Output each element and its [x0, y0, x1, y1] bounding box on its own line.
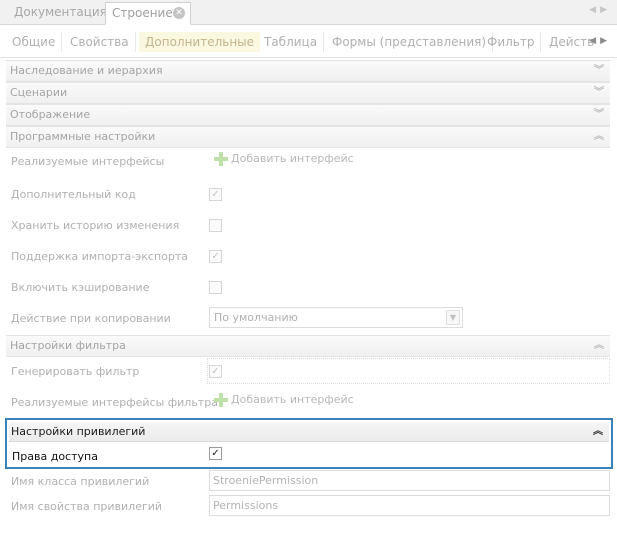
group-scenarios-title: Сценарии — [10, 86, 68, 99]
plus-icon — [214, 393, 228, 407]
property-name-input[interactable]: Permissions — [209, 495, 610, 516]
group-privileges-settings[interactable]: Настройки привилегий ︽ — [9, 422, 609, 442]
tab-forms[interactable]: Формы (представления) — [326, 32, 494, 52]
copy-action-label: Действие при копировании — [11, 312, 171, 325]
close-icon[interactable]: ✕ — [173, 7, 185, 19]
group-inheritance-title: Наследование и иерархия — [10, 64, 163, 77]
extra-code-label: Дополнительный код — [11, 188, 136, 201]
generate-filter-checkbox[interactable]: ✓ — [209, 365, 222, 378]
document-tabbar: Документация Строение ✕ ◀▶ — [0, 0, 617, 25]
chevron-down-icon[interactable]: ▼ — [446, 310, 460, 325]
tab-properties[interactable]: Свойства — [64, 32, 136, 52]
tab-scroll-arrows-icon[interactable]: ◀▶ — [589, 5, 611, 15]
copy-action-select[interactable]: По умолчанию ▼ — [209, 307, 463, 328]
copy-action-value: По умолчанию — [214, 311, 298, 324]
group-inheritance[interactable]: Наследование и иерархия ︾ — [6, 60, 610, 82]
cache-label: Включить кэширование — [11, 281, 150, 294]
group-program-title: Программные настройки — [10, 130, 156, 143]
expand-chevron-icon[interactable]: ︾ — [594, 61, 604, 81]
expand-chevron-icon[interactable]: ︾ — [594, 83, 604, 103]
import-export-label: Поддержка импорта-экспорта — [11, 250, 189, 263]
section-tabbar: Общие Свойства Дополнительные Таблица Фо… — [0, 26, 617, 58]
filter-interfaces-label: Реализуемые интерфейсы фильтра — [11, 396, 218, 409]
section-scroll-arrows-icon[interactable]: ◀▶ — [589, 36, 611, 46]
tab-additional[interactable]: Дополнительные — [139, 32, 261, 52]
interfaces-label: Реализуемые интерфейсы — [11, 155, 165, 168]
group-scenarios[interactable]: Сценарии ︾ — [6, 82, 610, 104]
doc-tab-documentation[interactable]: Документация — [6, 2, 115, 25]
add-interface-button[interactable]: Добавить интерфейс — [214, 152, 354, 166]
plus-icon — [214, 152, 228, 166]
history-label: Хранить историю изменения — [11, 219, 180, 232]
group-display-title: Отображение — [10, 108, 91, 121]
add-filter-interface-button[interactable]: Добавить интерфейс — [214, 393, 354, 407]
group-filter-title: Настройки фильтра — [10, 339, 126, 352]
tab-filter[interactable]: Фильтр — [481, 32, 542, 52]
group-program-settings[interactable]: Программные настройки ︽ — [6, 126, 610, 148]
class-name-label: Имя класса привилегий — [11, 475, 150, 488]
group-display[interactable]: Отображение ︾ — [6, 104, 610, 126]
tab-general[interactable]: Общие — [6, 32, 63, 52]
collapse-chevron-icon[interactable]: ︽ — [593, 422, 603, 441]
group-privileges-title: Настройки привилегий — [11, 425, 146, 438]
tab-table[interactable]: Таблица — [258, 32, 325, 52]
generate-filter-label: Генерировать фильтр — [11, 365, 140, 378]
add-filter-interface-label: Добавить интерфейс — [231, 393, 354, 406]
property-name-label: Имя свойства привилегий — [11, 500, 163, 513]
import-export-checkbox[interactable]: ✓ — [209, 250, 222, 263]
access-rights-label: Права доступа — [12, 450, 98, 463]
extra-code-checkbox[interactable]: ✓ — [209, 188, 222, 201]
collapse-chevron-icon[interactable]: ︽ — [594, 127, 604, 147]
add-interface-label: Добавить интерфейс — [231, 152, 354, 165]
group-filter-settings[interactable]: Настройки фильтра ︽ — [6, 335, 610, 357]
expand-chevron-icon[interactable]: ︾ — [594, 105, 604, 125]
generate-filter-field — [207, 358, 610, 384]
cache-checkbox[interactable] — [209, 281, 222, 294]
doc-tab-stroenie-label: Строение — [112, 6, 173, 20]
class-name-input[interactable]: StroeniePermission — [209, 470, 610, 491]
access-rights-checkbox[interactable]: ✓ — [209, 447, 222, 460]
doc-tab-stroenie[interactable]: Строение ✕ — [105, 2, 191, 25]
history-checkbox[interactable] — [209, 219, 222, 232]
collapse-chevron-icon[interactable]: ︽ — [594, 336, 604, 356]
privileges-highlight: Настройки привилегий ︽ Права доступа ✓ — [5, 418, 613, 469]
